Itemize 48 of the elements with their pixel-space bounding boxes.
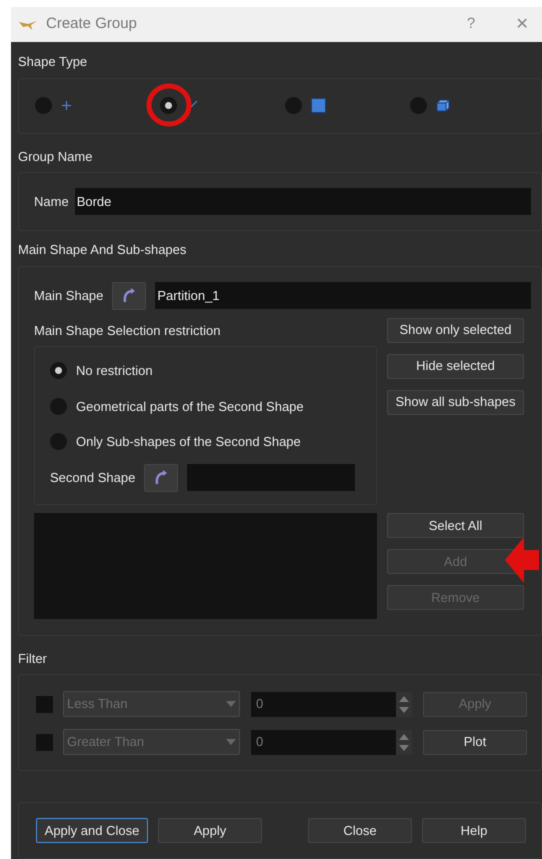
selection-button[interactable] — [112, 282, 146, 310]
push-button[interactable]: Show only selected — [387, 318, 524, 342]
field-label: Main Shape — [34, 286, 104, 305]
section-title: Group Name — [18, 148, 94, 166]
radio-button[interactable] — [35, 97, 52, 114]
push-button[interactable]: Plot — [423, 730, 527, 754]
spin-box[interactable]: 0 — [251, 730, 412, 754]
radio-button[interactable] — [50, 398, 67, 415]
section-title: Main Shape And Sub-shapes — [18, 241, 188, 259]
radio-label: Geometrical parts of the Second Shape — [76, 398, 304, 416]
plus-icon — [61, 100, 72, 111]
push-button[interactable]: Show all sub-shapes — [387, 390, 524, 414]
push-button[interactable]: Apply — [158, 818, 262, 843]
bird-icon — [19, 20, 37, 30]
square-icon — [311, 98, 326, 113]
window-title: Create Group — [46, 14, 137, 34]
name-field[interactable]: Borde — [74, 188, 531, 215]
caret-icon — [226, 701, 236, 707]
section-title: Filter — [18, 650, 48, 668]
cube-icon — [436, 99, 450, 112]
radio-button[interactable] — [50, 433, 67, 450]
selection-button[interactable] — [144, 464, 178, 492]
second-shape-field[interactable] — [187, 464, 356, 491]
push-button[interactable]: Apply and Close — [36, 818, 148, 843]
subsection-title: Main Shape Selection restriction — [34, 322, 222, 340]
push-button[interactable]: Hide selected — [387, 354, 524, 378]
radio-button[interactable] — [285, 97, 302, 114]
radio-button[interactable] — [160, 97, 177, 114]
spin-arrows-icon — [396, 730, 412, 754]
sub-shape-list[interactable] — [34, 513, 377, 619]
section-title: Shape Type — [18, 53, 88, 71]
field-label: Second Shape — [50, 468, 136, 487]
spin-box[interactable]: 0 — [251, 692, 412, 716]
push-button[interactable]: Help — [422, 818, 526, 843]
radio-label: Only Sub-shapes of the Second Shape — [76, 433, 301, 451]
curved-arrow-icon — [122, 288, 136, 304]
radio-button[interactable] — [50, 362, 67, 380]
curved-arrow-icon — [154, 470, 168, 486]
caret-icon — [226, 739, 236, 745]
push-button[interactable]: Close — [308, 818, 412, 843]
radio-button[interactable] — [410, 97, 427, 114]
checkbox[interactable] — [36, 734, 53, 750]
push-button[interactable]: Select All — [387, 513, 524, 538]
radio-label: No restriction — [76, 362, 153, 380]
checkbox[interactable] — [36, 696, 53, 712]
field-label: Name — [34, 192, 69, 211]
spin-arrows-icon — [396, 692, 412, 716]
main-shape-field[interactable]: Partition_1 — [155, 282, 531, 309]
